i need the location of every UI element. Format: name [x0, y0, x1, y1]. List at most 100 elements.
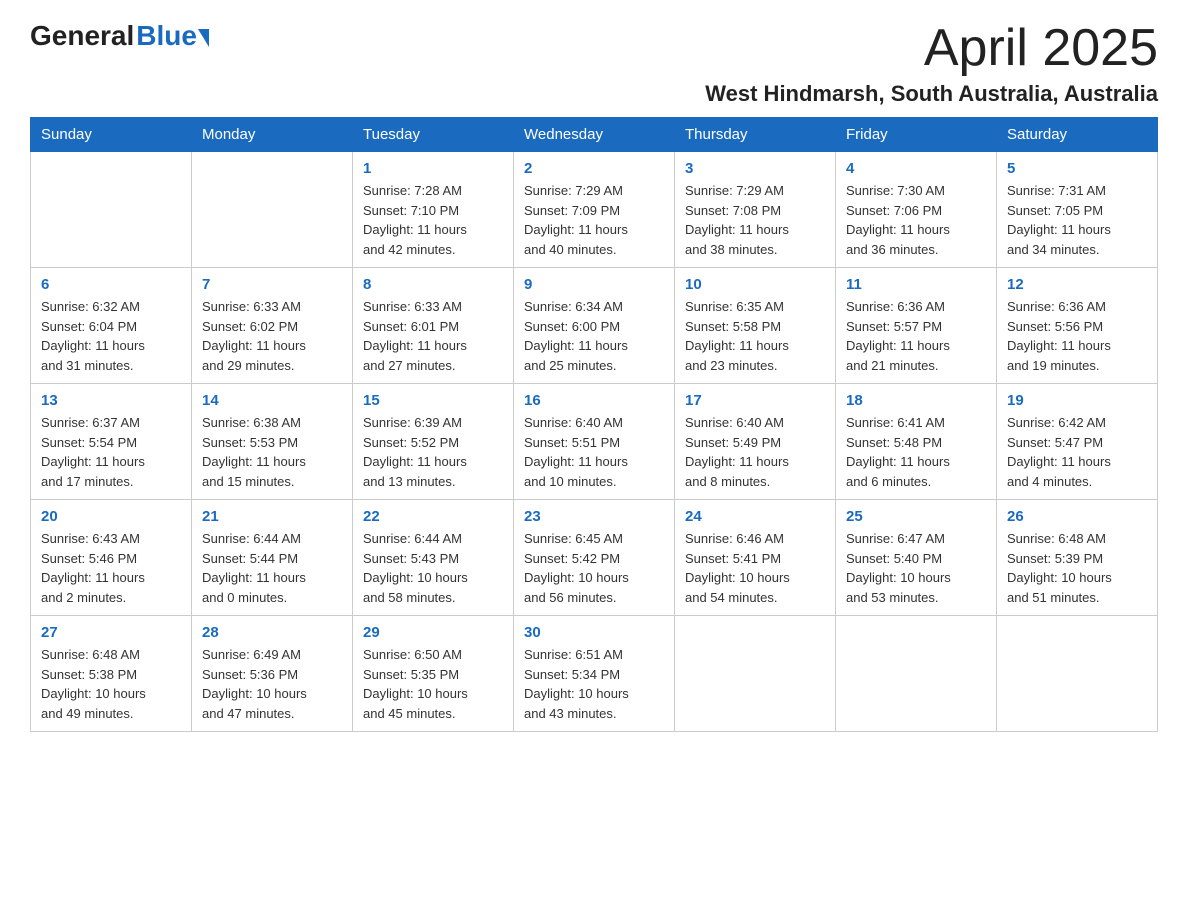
day-info: Sunrise: 6:49 AM Sunset: 5:36 PM Dayligh…	[202, 645, 342, 723]
column-header-friday: Friday	[836, 118, 997, 152]
calendar-cell: 11 Sunrise: 6:36 AM Sunset: 5:57 PM Dayli…	[836, 268, 997, 384]
calendar-cell	[836, 616, 997, 732]
day-info: Sunrise: 6:44 AM Sunset: 5:43 PM Dayligh…	[363, 529, 503, 607]
day-number: 20	[41, 508, 181, 525]
day-number: 15	[363, 392, 503, 409]
calendar-cell: 25Sunrise: 6:47 AM Sunset: 5:40 PM Dayli…	[836, 500, 997, 616]
day-number: 12	[1007, 276, 1147, 293]
calendar-cell: 13Sunrise: 6:37 AM Sunset: 5:54 PM Dayli…	[31, 384, 192, 500]
day-info: Sunrise: 6:51 AM Sunset: 5:34 PM Dayligh…	[524, 645, 664, 723]
calendar-cell: 30 Sunrise: 6:51 AM Sunset: 5:34 PM Dayli…	[514, 616, 675, 732]
calendar-cell: 2 Sunrise: 7:29 AM Sunset: 7:09 PM Daylig…	[514, 152, 675, 268]
calendar-cell: 6Sunrise: 6:32 AM Sunset: 6:04 PM Daylig…	[31, 268, 192, 384]
logo-blue-text: Blue	[136, 20, 197, 52]
page-header: General Blue April 2025 West Hindmarsh, …	[30, 20, 1158, 107]
day-info: Sunrise: 6:50 AM Sunset: 5:35 PM Dayligh…	[363, 645, 503, 723]
calendar-cell: 3 Sunrise: 7:29 AM Sunset: 7:08 PM Daylig…	[675, 152, 836, 268]
day-info: Sunrise: 6:35 AM Sunset: 5:58 PM Dayligh…	[685, 297, 825, 375]
day-number: 9	[524, 276, 664, 293]
day-number: 11	[846, 276, 986, 293]
calendar-cell: 22 Sunrise: 6:44 AM Sunset: 5:43 PM Dayli…	[353, 500, 514, 616]
day-info: Sunrise: 6:36 AM Sunset: 5:56 PM Dayligh…	[1007, 297, 1147, 375]
day-info: Sunrise: 6:33 AM Sunset: 6:01 PM Dayligh…	[363, 297, 503, 375]
calendar-cell: 9 Sunrise: 6:34 AM Sunset: 6:00 PM Daylig…	[514, 268, 675, 384]
day-info: Sunrise: 6:39 AM Sunset: 5:52 PM Dayligh…	[363, 413, 503, 491]
day-number: 6	[41, 276, 181, 293]
day-info: Sunrise: 6:40 AM Sunset: 5:49 PM Dayligh…	[685, 413, 825, 491]
calendar-cell: 17 Sunrise: 6:40 AM Sunset: 5:49 PM Dayli…	[675, 384, 836, 500]
day-info: Sunrise: 6:36 AM Sunset: 5:57 PM Dayligh…	[846, 297, 986, 375]
logo: General Blue	[30, 20, 209, 52]
calendar-week-row: 27 Sunrise: 6:48 AM Sunset: 5:38 PM Dayli…	[31, 616, 1158, 732]
day-number: 10	[685, 276, 825, 293]
day-info: Sunrise: 7:29 AM Sunset: 7:08 PM Dayligh…	[685, 181, 825, 259]
day-number: 13	[41, 392, 181, 409]
calendar-cell: 15 Sunrise: 6:39 AM Sunset: 5:52 PM Dayli…	[353, 384, 514, 500]
day-number: 24	[685, 508, 825, 525]
calendar-cell: 10 Sunrise: 6:35 AM Sunset: 5:58 PM Dayli…	[675, 268, 836, 384]
day-number: 28	[202, 624, 342, 641]
day-info: Sunrise: 6:34 AM Sunset: 6:00 PM Dayligh…	[524, 297, 664, 375]
day-info: Sunrise: 7:28 AM Sunset: 7:10 PM Dayligh…	[363, 181, 503, 259]
day-info: Sunrise: 7:31 AM Sunset: 7:05 PM Dayligh…	[1007, 181, 1147, 259]
day-number: 29	[363, 624, 503, 641]
day-number: 3	[685, 160, 825, 177]
calendar-cell: 12 Sunrise: 6:36 AM Sunset: 5:56 PM Dayli…	[997, 268, 1158, 384]
day-info: Sunrise: 6:41 AM Sunset: 5:48 PM Dayligh…	[846, 413, 986, 491]
column-header-monday: Monday	[192, 118, 353, 152]
day-number: 19	[1007, 392, 1147, 409]
day-number: 4	[846, 160, 986, 177]
day-number: 18	[846, 392, 986, 409]
calendar-cell: 26 Sunrise: 6:48 AM Sunset: 5:39 PM Dayli…	[997, 500, 1158, 616]
calendar-cell: 8 Sunrise: 6:33 AM Sunset: 6:01 PM Daylig…	[353, 268, 514, 384]
calendar-week-row: 13Sunrise: 6:37 AM Sunset: 5:54 PM Dayli…	[31, 384, 1158, 500]
calendar-cell: 1 Sunrise: 7:28 AM Sunset: 7:10 PM Daylig…	[353, 152, 514, 268]
month-title: April 2025	[705, 20, 1158, 77]
day-number: 30	[524, 624, 664, 641]
day-number: 1	[363, 160, 503, 177]
calendar-cell: 5Sunrise: 7:31 AM Sunset: 7:05 PM Daylig…	[997, 152, 1158, 268]
calendar-week-row: 20 Sunrise: 6:43 AM Sunset: 5:46 PM Dayli…	[31, 500, 1158, 616]
calendar-table: SundayMondayTuesdayWednesdayThursdayFrid…	[30, 117, 1158, 732]
day-number: 17	[685, 392, 825, 409]
day-info: Sunrise: 6:33 AM Sunset: 6:02 PM Dayligh…	[202, 297, 342, 375]
day-info: Sunrise: 6:42 AM Sunset: 5:47 PM Dayligh…	[1007, 413, 1147, 491]
day-number: 2	[524, 160, 664, 177]
title-block: April 2025 West Hindmarsh, South Austral…	[705, 20, 1158, 107]
calendar-cell	[675, 616, 836, 732]
day-info: Sunrise: 6:38 AM Sunset: 5:53 PM Dayligh…	[202, 413, 342, 491]
day-info: Sunrise: 6:44 AM Sunset: 5:44 PM Dayligh…	[202, 529, 342, 607]
day-info: Sunrise: 7:29 AM Sunset: 7:09 PM Dayligh…	[524, 181, 664, 259]
calendar-week-row: 6Sunrise: 6:32 AM Sunset: 6:04 PM Daylig…	[31, 268, 1158, 384]
calendar-cell	[31, 152, 192, 268]
day-number: 27	[41, 624, 181, 641]
day-number: 23	[524, 508, 664, 525]
calendar-cell: 14 Sunrise: 6:38 AM Sunset: 5:53 PM Dayli…	[192, 384, 353, 500]
day-number: 22	[363, 508, 503, 525]
day-number: 7	[202, 276, 342, 293]
day-info: Sunrise: 6:48 AM Sunset: 5:39 PM Dayligh…	[1007, 529, 1147, 607]
calendar-cell: 4 Sunrise: 7:30 AM Sunset: 7:06 PM Daylig…	[836, 152, 997, 268]
day-number: 14	[202, 392, 342, 409]
day-info: Sunrise: 6:48 AM Sunset: 5:38 PM Dayligh…	[41, 645, 181, 723]
calendar-cell: 29 Sunrise: 6:50 AM Sunset: 5:35 PM Dayli…	[353, 616, 514, 732]
day-info: Sunrise: 6:43 AM Sunset: 5:46 PM Dayligh…	[41, 529, 181, 607]
day-info: Sunrise: 7:30 AM Sunset: 7:06 PM Dayligh…	[846, 181, 986, 259]
day-number: 8	[363, 276, 503, 293]
day-number: 16	[524, 392, 664, 409]
day-number: 25	[846, 508, 986, 525]
day-info: Sunrise: 6:45 AM Sunset: 5:42 PM Dayligh…	[524, 529, 664, 607]
column-header-thursday: Thursday	[675, 118, 836, 152]
day-number: 26	[1007, 508, 1147, 525]
calendar-week-row: 1 Sunrise: 7:28 AM Sunset: 7:10 PM Daylig…	[31, 152, 1158, 268]
logo-arrow-icon	[198, 29, 209, 47]
calendar-cell: 21Sunrise: 6:44 AM Sunset: 5:44 PM Dayli…	[192, 500, 353, 616]
column-header-sunday: Sunday	[31, 118, 192, 152]
calendar-cell: 18 Sunrise: 6:41 AM Sunset: 5:48 PM Dayli…	[836, 384, 997, 500]
calendar-cell: 28 Sunrise: 6:49 AM Sunset: 5:36 PM Dayli…	[192, 616, 353, 732]
location-title: West Hindmarsh, South Australia, Austral…	[705, 81, 1158, 107]
calendar-cell: 24Sunrise: 6:46 AM Sunset: 5:41 PM Dayli…	[675, 500, 836, 616]
logo-general-text: General	[30, 20, 134, 52]
calendar-cell: 20 Sunrise: 6:43 AM Sunset: 5:46 PM Dayli…	[31, 500, 192, 616]
day-info: Sunrise: 6:40 AM Sunset: 5:51 PM Dayligh…	[524, 413, 664, 491]
